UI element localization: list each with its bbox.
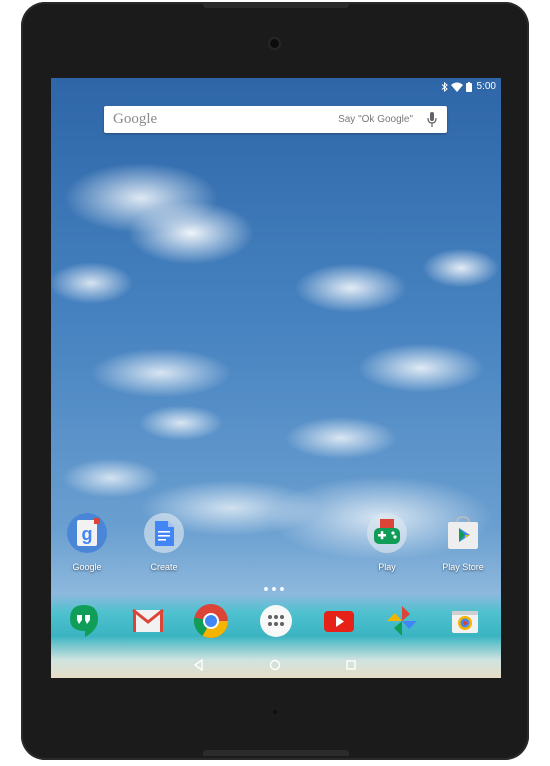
mic-icon[interactable]: [427, 112, 437, 127]
app-label: Google: [72, 562, 102, 572]
app-drawer-icon[interactable]: [257, 602, 295, 640]
docs-folder-icon: [144, 513, 184, 553]
battery-icon: [465, 81, 472, 92]
voice-search-hint: Say "Ok Google": [338, 114, 413, 125]
bottom-edge: [203, 750, 349, 756]
play-games-icon: [367, 513, 407, 553]
google-search-app-icon: g: [67, 513, 107, 553]
app-label: Play: [378, 562, 396, 572]
top-edge: [203, 2, 349, 8]
status-bar: 5:00: [51, 78, 501, 96]
app-play-store[interactable]: Play Store: [433, 512, 493, 572]
app-google[interactable]: g Google: [57, 512, 117, 572]
app-label: Play Store: [442, 562, 484, 572]
play-store-icon: [448, 516, 478, 549]
page-indicator: [264, 587, 284, 591]
recents-icon[interactable]: [343, 657, 359, 673]
gmail-icon[interactable]: [129, 602, 167, 640]
hangouts-icon[interactable]: [65, 602, 103, 640]
youtube-icon[interactable]: [320, 602, 358, 640]
camera-icon[interactable]: [446, 602, 484, 640]
bluetooth-icon: [441, 81, 448, 92]
back-icon[interactable]: [191, 657, 207, 673]
page-dot: [280, 587, 284, 591]
clock: 5:00: [476, 81, 496, 92]
app-label: Create: [150, 562, 178, 572]
navigation-bar: [51, 652, 501, 678]
photos-icon[interactable]: [383, 602, 421, 640]
page-dot: [264, 587, 268, 591]
google-logo: Google: [113, 111, 158, 127]
app-play-games[interactable]: Play: [357, 512, 417, 572]
home-icon[interactable]: [267, 657, 283, 673]
front-camera: [270, 39, 279, 48]
google-search-bar[interactable]: Google Say "Ok Google": [104, 106, 447, 133]
sensor-dot: [273, 710, 277, 714]
home-screen: 5:00 Google Say "Ok Google" g Google Cre…: [51, 78, 501, 678]
app-create-folder[interactable]: Create: [134, 512, 194, 572]
svg-text:g: g: [82, 524, 93, 544]
wifi-icon: [450, 82, 463, 92]
page-dot: [272, 587, 276, 591]
chrome-icon[interactable]: [192, 602, 230, 640]
